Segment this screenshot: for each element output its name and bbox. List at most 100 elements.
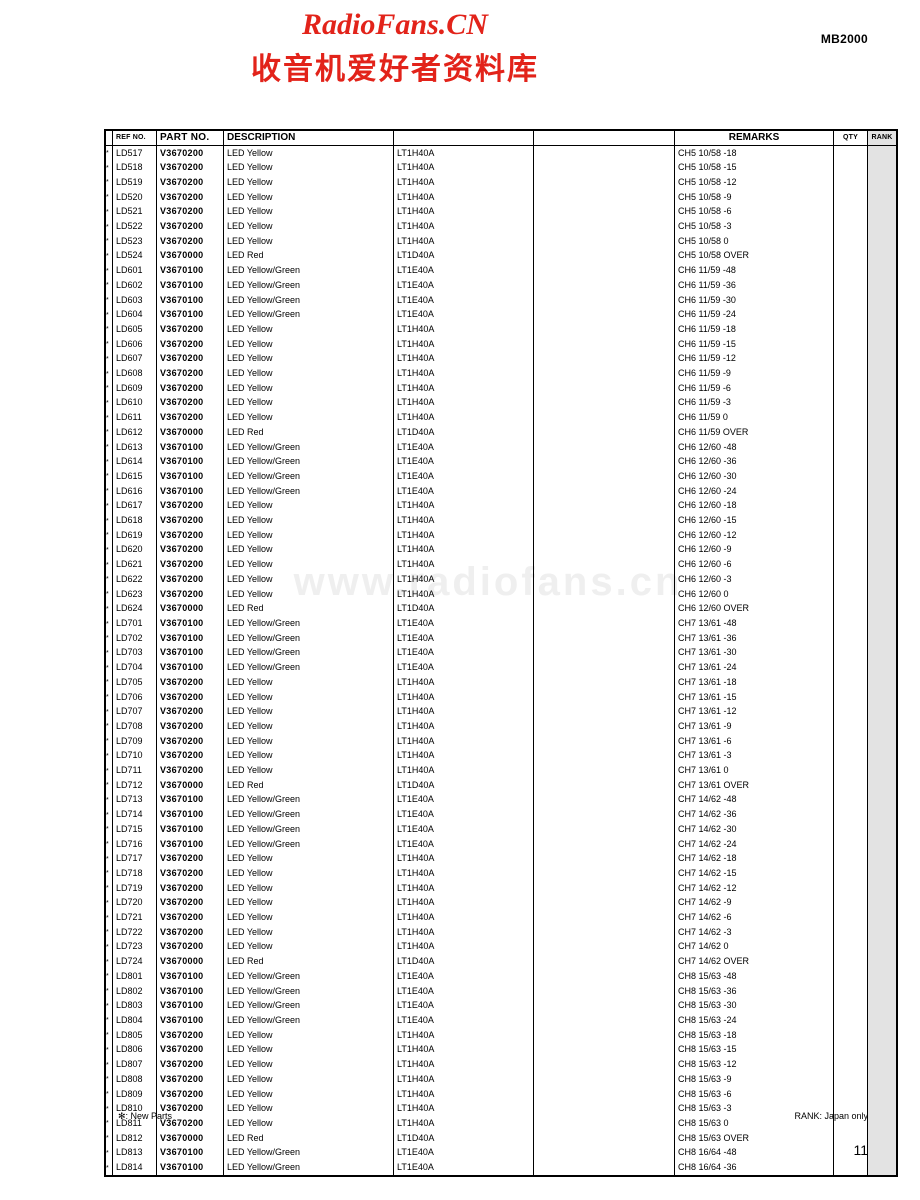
cell-remarks: CH6 12/60 -48 (674, 440, 834, 455)
row-new-part-marker: * (104, 895, 113, 911)
cell-device-code: LT1H40A (393, 587, 534, 602)
cell-ref-no: LD704 (112, 660, 157, 676)
row-new-part-marker: * (104, 587, 113, 602)
cell-device-code: LT1H40A (393, 895, 534, 911)
row-new-part-marker: * (104, 145, 113, 161)
cell-device-code: LT1E40A (393, 1013, 534, 1029)
cell-rank (867, 910, 898, 926)
cell-device-code: LT1D40A (393, 601, 534, 617)
cell-remarks: CH5 10/58 -9 (674, 190, 834, 205)
cell-remarks: CH5 10/58 -15 (674, 160, 834, 176)
table-row: * LD812 V3670000 LED Red LT1D40A CH8 15/63 OV… (104, 1131, 898, 1146)
cell-ref-no: LD605 (112, 322, 157, 338)
cell-blank (533, 410, 675, 426)
cell-device-code: LT1E40A (393, 278, 534, 294)
cell-part-no: V3670100 (156, 807, 224, 823)
table-row: * LD720 V3670200 LED Yellow LT1H40A CH7 14/62… (104, 895, 898, 911)
table-row: * LD802 V3670100 LED Yellow/Green LT1E40A CH8… (104, 984, 898, 999)
new-part-asterisk-icon: * (106, 458, 109, 466)
cell-device-code: LT1H40A (393, 528, 534, 543)
cell-qty (833, 954, 868, 970)
cell-qty (833, 822, 868, 838)
cell-remarks: CH8 15/63 -6 (674, 1087, 834, 1102)
cell-description: LED Yellow (223, 381, 394, 396)
table-row: * LD610 V3670200 LED Yellow LT1H40A CH6 11/59… (104, 395, 898, 411)
cell-qty (833, 866, 868, 882)
cell-device-code: LT1E40A (393, 969, 534, 985)
new-part-asterisk-icon: * (106, 297, 109, 305)
cell-device-code: LT1H40A (393, 498, 534, 514)
new-part-asterisk-icon: * (106, 988, 109, 996)
table-row: * LD704 V3670100 LED Yellow/Green LT1E40A CH7… (104, 660, 898, 676)
cell-remarks: CH7 13/61 -15 (674, 690, 834, 705)
cell-ref-no: LD705 (112, 675, 157, 691)
cell-ref-no: LD809 (112, 1087, 157, 1102)
cell-qty (833, 704, 868, 720)
cell-qty (833, 587, 868, 602)
cell-remarks: CH6 12/60 -36 (674, 454, 834, 470)
cell-qty (833, 1160, 868, 1178)
cell-description: LED Red (223, 425, 394, 441)
cell-description: LED Yellow/Green (223, 792, 394, 808)
cell-device-code: LT1H40A (393, 1072, 534, 1087)
cell-description: LED Yellow (223, 322, 394, 338)
cell-blank (533, 792, 675, 808)
cell-rank (867, 1072, 898, 1087)
cell-blank (533, 337, 675, 352)
cell-rank (867, 1028, 898, 1043)
new-part-asterisk-icon: * (106, 1046, 109, 1054)
cell-blank (533, 1101, 675, 1117)
cell-qty (833, 1042, 868, 1058)
cell-ref-no: LD620 (112, 542, 157, 558)
cell-device-code: LT1H40A (393, 395, 534, 411)
cell-ref-no: LD614 (112, 454, 157, 470)
cell-remarks: CH5 10/58 -6 (674, 204, 834, 220)
cell-ref-no: LD806 (112, 1042, 157, 1058)
cell-qty (833, 675, 868, 691)
new-part-asterisk-icon: * (106, 811, 109, 819)
row-new-part-marker: * (104, 778, 113, 793)
new-part-asterisk-icon: * (106, 826, 109, 834)
cell-part-no: V3670200 (156, 145, 224, 161)
cell-description: LED Yellow/Green (223, 278, 394, 294)
cell-ref-no: LD703 (112, 645, 157, 661)
cell-blank (533, 160, 675, 176)
site-watermark-cjk: 收音机爱好者资料库 (251, 52, 539, 87)
cell-qty (833, 778, 868, 793)
cell-blank (533, 954, 675, 970)
table-row: * LD614 V3670100 LED Yellow/Green LT1E40A CH6… (104, 454, 898, 470)
cell-blank (533, 190, 675, 205)
cell-remarks: CH7 14/62 -9 (674, 895, 834, 911)
cell-qty (833, 234, 868, 249)
cell-device-code: LT1E40A (393, 293, 534, 308)
cell-device-code: LT1E40A (393, 484, 534, 499)
cell-blank (533, 248, 675, 264)
table-row: * LD520 V3670200 LED Yellow LT1H40A CH5 10/58… (104, 190, 898, 205)
cell-device-code: LT1H40A (393, 763, 534, 779)
new-part-asterisk-icon: * (106, 1105, 109, 1113)
cell-ref-no: LD712 (112, 778, 157, 793)
cell-qty (833, 837, 868, 852)
cell-qty (833, 410, 868, 426)
cell-part-no: V3670200 (156, 734, 224, 749)
table-row: * LD620 V3670200 LED Yellow LT1H40A CH6 12/60… (104, 542, 898, 558)
cell-ref-no: LD613 (112, 440, 157, 455)
cell-rank (867, 763, 898, 779)
cell-blank (533, 851, 675, 867)
cell-device-code: LT1D40A (393, 1131, 534, 1146)
cell-device-code: LT1H40A (393, 866, 534, 882)
cell-remarks: CH6 11/59 -36 (674, 278, 834, 294)
row-new-part-marker: * (104, 660, 113, 676)
cell-part-no: V3670200 (156, 704, 224, 720)
cell-description: LED Red (223, 954, 394, 970)
cell-rank (867, 234, 898, 249)
cell-rank (867, 484, 898, 499)
cell-qty (833, 748, 868, 764)
cell-qty (833, 219, 868, 235)
cell-description: LED Yellow (223, 1028, 394, 1043)
cell-blank (533, 1087, 675, 1102)
cell-rank (867, 954, 898, 970)
cell-rank (867, 851, 898, 867)
cell-device-code: LT1E40A (393, 616, 534, 632)
table-row: * LD719 V3670200 LED Yellow LT1H40A CH7 14/62… (104, 881, 898, 896)
